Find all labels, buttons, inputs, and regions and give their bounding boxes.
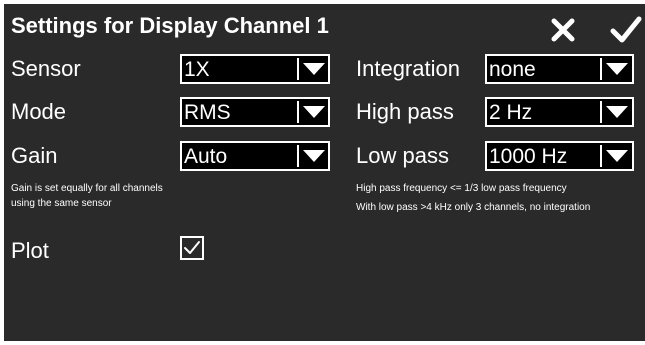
dropdown-separator bbox=[297, 101, 299, 123]
low-pass-value: 1000 Hz bbox=[489, 145, 568, 168]
gain-note-line1: Gain is set equally for all channels bbox=[11, 183, 163, 194]
plot-checkbox[interactable] bbox=[180, 236, 204, 260]
mode-dropdown[interactable]: RMS bbox=[180, 97, 330, 127]
sensor-label: Sensor bbox=[11, 56, 81, 81]
chevron-down-icon bbox=[303, 150, 325, 162]
filter-note-line1: High pass frequency <= 1/3 low pass freq… bbox=[356, 183, 567, 194]
dropdown-separator bbox=[297, 58, 299, 80]
sensor-value: 1X bbox=[184, 58, 210, 81]
chevron-down-icon bbox=[303, 106, 325, 118]
plot-label: Plot bbox=[11, 238, 49, 263]
chevron-down-icon bbox=[606, 150, 628, 162]
settings-panel: Settings for Display Channel 1 Sensor 1X… bbox=[4, 4, 645, 341]
high-pass-label: High pass bbox=[356, 99, 454, 124]
low-pass-dropdown[interactable]: 1000 Hz bbox=[485, 141, 634, 171]
high-pass-value: 2 Hz bbox=[489, 101, 533, 124]
dropdown-separator bbox=[600, 101, 602, 123]
sensor-dropdown[interactable]: 1X bbox=[180, 54, 330, 84]
close-icon[interactable] bbox=[546, 13, 580, 47]
page-title: Settings for Display Channel 1 bbox=[11, 13, 329, 38]
dropdown-separator bbox=[600, 145, 602, 167]
mode-label: Mode bbox=[11, 99, 67, 124]
mode-value: RMS bbox=[184, 101, 231, 124]
high-pass-dropdown[interactable]: 2 Hz bbox=[485, 97, 634, 127]
integration-dropdown[interactable]: none bbox=[485, 54, 634, 84]
checkmark-icon bbox=[184, 241, 200, 254]
chevron-down-icon bbox=[303, 63, 325, 75]
dropdown-separator bbox=[600, 58, 602, 80]
dropdown-separator bbox=[297, 145, 299, 167]
integration-label: Integration bbox=[356, 56, 460, 81]
filter-note-line2: With low pass >4 kHz only 3 channels, no… bbox=[356, 202, 591, 213]
chevron-down-icon bbox=[606, 63, 628, 75]
confirm-checkmark-icon[interactable] bbox=[609, 13, 643, 47]
gain-dropdown[interactable]: Auto bbox=[180, 141, 330, 171]
gain-label: Gain bbox=[11, 143, 58, 168]
chevron-down-icon bbox=[606, 106, 628, 118]
integration-value: none bbox=[489, 58, 536, 81]
gain-note-line2: using the same sensor bbox=[11, 198, 112, 209]
gain-value: Auto bbox=[184, 145, 228, 168]
low-pass-label: Low pass bbox=[356, 143, 449, 168]
